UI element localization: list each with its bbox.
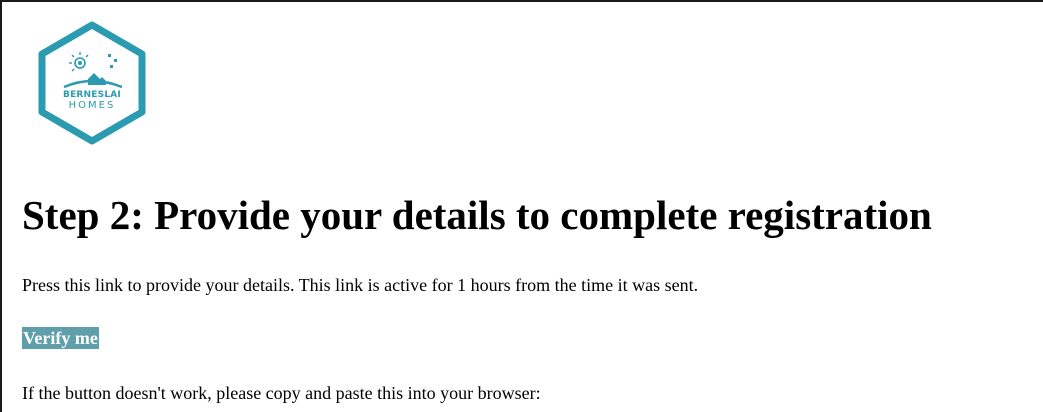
fallback-instruction-text: If the button doesn't work, please copy … bbox=[22, 383, 541, 403]
email-body: BERNESLAI HOMES Step 2: Provide your det… bbox=[0, 0, 1043, 412]
logo-brand-line1: BERNESLAI bbox=[63, 90, 121, 100]
instruction-text: Press this link to provide your details.… bbox=[22, 275, 699, 295]
berneslai-homes-logo-icon bbox=[38, 21, 146, 145]
verify-me-button[interactable]: Verify me bbox=[22, 327, 99, 349]
berneslai-homes-logo: BERNESLAI HOMES bbox=[36, 21, 148, 145]
logo-brand-line2: HOMES bbox=[68, 100, 116, 111]
page-title: Step 2: Provide your details to complete… bbox=[22, 192, 932, 238]
